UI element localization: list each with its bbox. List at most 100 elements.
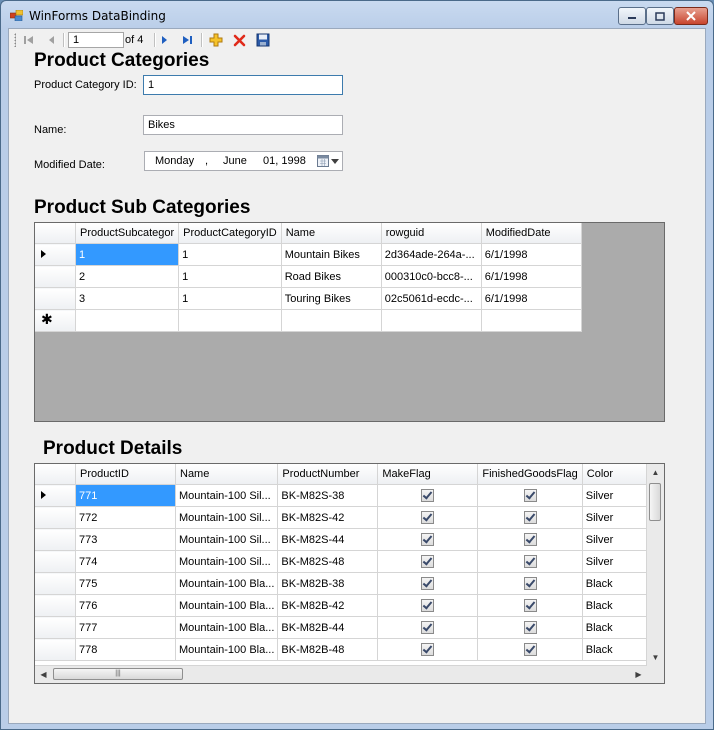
make-flag-cell[interactable] bbox=[377, 616, 479, 639]
table-cell[interactable]: 774 bbox=[75, 550, 176, 573]
table-cell[interactable] bbox=[381, 309, 482, 332]
scroll-right-arrow-icon[interactable]: ▶ bbox=[630, 666, 647, 683]
table-cell[interactable]: BK-M82S-48 bbox=[277, 550, 379, 573]
column-header[interactable]: ProductID bbox=[75, 464, 176, 485]
row-header[interactable] bbox=[35, 243, 76, 266]
finished-goods-flag-cell[interactable] bbox=[477, 506, 583, 529]
move-next-button[interactable] bbox=[156, 32, 172, 48]
checkbox[interactable] bbox=[523, 577, 537, 590]
table-cell[interactable]: 2 bbox=[75, 265, 180, 288]
table-cell[interactable]: BK-M82S-42 bbox=[277, 506, 379, 529]
table-cell[interactable]: Mountain-100 Sil... bbox=[175, 550, 279, 573]
table-cell[interactable] bbox=[281, 309, 382, 332]
table-cell[interactable]: Road Bikes bbox=[281, 265, 382, 288]
table-row[interactable]: 3 1 Touring Bikes 02c5061d-ecdc-... 6/1/… bbox=[35, 287, 582, 310]
position-input[interactable] bbox=[68, 32, 124, 48]
table-cell[interactable] bbox=[75, 309, 180, 332]
move-previous-button[interactable] bbox=[44, 32, 60, 48]
subcategories-grid[interactable]: ProductSubcategor ProductCategoryID Name… bbox=[34, 222, 665, 422]
table-row[interactable]: 1 1 Mountain Bikes 2d364ade-264a-... 6/1… bbox=[35, 243, 582, 266]
toolbar-grip[interactable] bbox=[14, 33, 16, 47]
checkbox[interactable] bbox=[421, 599, 435, 612]
table-cell[interactable]: Mountain Bikes bbox=[281, 243, 382, 266]
vertical-scrollbar[interactable]: ▲ ▼ bbox=[646, 464, 664, 666]
table-cell[interactable]: 6/1/1998 bbox=[481, 287, 582, 310]
checkbox[interactable] bbox=[421, 643, 435, 656]
table-cell[interactable]: Mountain-100 Bla... bbox=[175, 616, 279, 639]
table-cell[interactable]: BK-M82B-44 bbox=[277, 616, 379, 639]
table-cell[interactable] bbox=[481, 309, 582, 332]
table-row[interactable]: 776 Mountain-100 Bla... BK-M82B-42 Black bbox=[35, 594, 663, 617]
table-row[interactable]: 774 Mountain-100 Sil... BK-M82S-48 Silve… bbox=[35, 550, 663, 573]
table-row[interactable]: 2 1 Road Bikes 000310c0-bcc8-... 6/1/199… bbox=[35, 265, 582, 288]
table-cell[interactable]: BK-M82S-44 bbox=[277, 528, 379, 551]
make-flag-cell[interactable] bbox=[377, 550, 479, 573]
finished-goods-flag-cell[interactable] bbox=[477, 572, 583, 595]
date-day-year[interactable]: 01, 1998 bbox=[263, 155, 306, 167]
table-row[interactable]: 773 Mountain-100 Sil... BK-M82S-44 Silve… bbox=[35, 528, 663, 551]
corner-header[interactable] bbox=[35, 464, 76, 485]
maximize-button[interactable] bbox=[646, 7, 674, 25]
table-cell[interactable]: BK-M82B-38 bbox=[277, 572, 379, 595]
table-cell[interactable]: Touring Bikes bbox=[281, 287, 382, 310]
row-header[interactable] bbox=[35, 506, 76, 529]
table-cell[interactable]: 778 bbox=[75, 638, 176, 661]
new-row[interactable]: ✱ bbox=[35, 309, 582, 332]
table-cell[interactable]: Mountain-100 Sil... bbox=[175, 506, 279, 529]
move-first-button[interactable] bbox=[21, 32, 37, 48]
checkbox[interactable] bbox=[523, 555, 537, 568]
make-flag-cell[interactable] bbox=[377, 572, 479, 595]
table-cell[interactable]: 6/1/1998 bbox=[481, 243, 582, 266]
horizontal-scrollbar[interactable]: ◀ ||| ▶ bbox=[35, 665, 647, 683]
table-cell[interactable]: Mountain-100 Bla... bbox=[175, 572, 279, 595]
finished-goods-flag-cell[interactable] bbox=[477, 594, 583, 617]
table-cell[interactable]: 1 bbox=[178, 243, 282, 266]
name-field[interactable] bbox=[143, 115, 343, 135]
move-last-button[interactable] bbox=[179, 32, 195, 48]
scroll-up-arrow-icon[interactable]: ▲ bbox=[647, 464, 664, 481]
table-cell[interactable]: BK-M82B-42 bbox=[277, 594, 379, 617]
table-cell[interactable]: BK-M82B-48 bbox=[277, 638, 379, 661]
column-header[interactable]: Name bbox=[281, 223, 382, 244]
table-cell[interactable]: 777 bbox=[75, 616, 176, 639]
table-cell[interactable]: 771 bbox=[75, 484, 176, 507]
table-cell[interactable]: 3 bbox=[75, 287, 180, 310]
make-flag-cell[interactable] bbox=[377, 528, 479, 551]
row-header[interactable]: ✱ bbox=[35, 309, 76, 332]
finished-goods-flag-cell[interactable] bbox=[477, 616, 583, 639]
checkbox[interactable] bbox=[523, 533, 537, 546]
make-flag-cell[interactable] bbox=[377, 484, 479, 507]
checkbox[interactable] bbox=[523, 511, 537, 524]
make-flag-cell[interactable] bbox=[377, 506, 479, 529]
table-cell[interactable]: 775 bbox=[75, 572, 176, 595]
make-flag-cell[interactable] bbox=[377, 594, 479, 617]
checkbox[interactable] bbox=[421, 511, 435, 524]
save-button[interactable] bbox=[255, 32, 271, 48]
finished-goods-flag-cell[interactable] bbox=[477, 528, 583, 551]
modified-date-picker[interactable]: Monday , June 01, 1998 bbox=[144, 151, 343, 171]
row-header[interactable] bbox=[35, 616, 76, 639]
table-row[interactable]: 777 Mountain-100 Bla... BK-M82B-44 Black bbox=[35, 616, 663, 639]
corner-header[interactable] bbox=[35, 223, 76, 244]
row-header[interactable] bbox=[35, 287, 76, 310]
row-header[interactable] bbox=[35, 594, 76, 617]
title-bar[interactable]: WinForms DataBinding bbox=[1, 1, 713, 29]
checkbox[interactable] bbox=[523, 643, 537, 656]
category-id-field[interactable] bbox=[143, 75, 343, 95]
checkbox[interactable] bbox=[421, 577, 435, 590]
table-cell[interactable]: 000310c0-bcc8-... bbox=[381, 265, 482, 288]
finished-goods-flag-cell[interactable] bbox=[477, 550, 583, 573]
row-header[interactable] bbox=[35, 638, 76, 661]
table-row[interactable]: 778 Mountain-100 Bla... BK-M82B-48 Black bbox=[35, 638, 663, 661]
row-header[interactable] bbox=[35, 484, 76, 507]
vertical-scroll-thumb[interactable] bbox=[649, 483, 661, 521]
checkbox[interactable] bbox=[523, 621, 537, 634]
table-cell[interactable]: 1 bbox=[178, 265, 282, 288]
table-cell[interactable]: 02c5061d-ecdc-... bbox=[381, 287, 482, 310]
table-cell[interactable]: Mountain-100 Bla... bbox=[175, 594, 279, 617]
row-header[interactable] bbox=[35, 550, 76, 573]
table-cell[interactable]: Mountain-100 Sil... bbox=[175, 484, 279, 507]
table-cell[interactable] bbox=[178, 309, 282, 332]
column-header[interactable]: rowguid bbox=[381, 223, 482, 244]
close-window-button[interactable] bbox=[674, 7, 708, 25]
